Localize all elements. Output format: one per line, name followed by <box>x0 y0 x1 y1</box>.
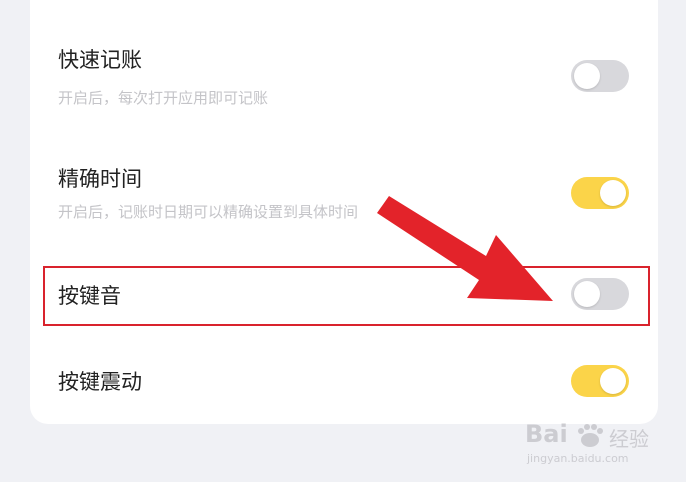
baidu-watermark: Bai 经验 jingyan.baidu.com <box>525 420 655 470</box>
watermark-brand-cn: 经验 <box>609 427 649 451</box>
watermark-url: jingyan.baidu.com <box>527 452 629 465</box>
watermark-brand: Bai <box>525 420 568 448</box>
arrow-annotation-icon <box>377 196 553 301</box>
paw-logo-icon <box>578 424 603 447</box>
